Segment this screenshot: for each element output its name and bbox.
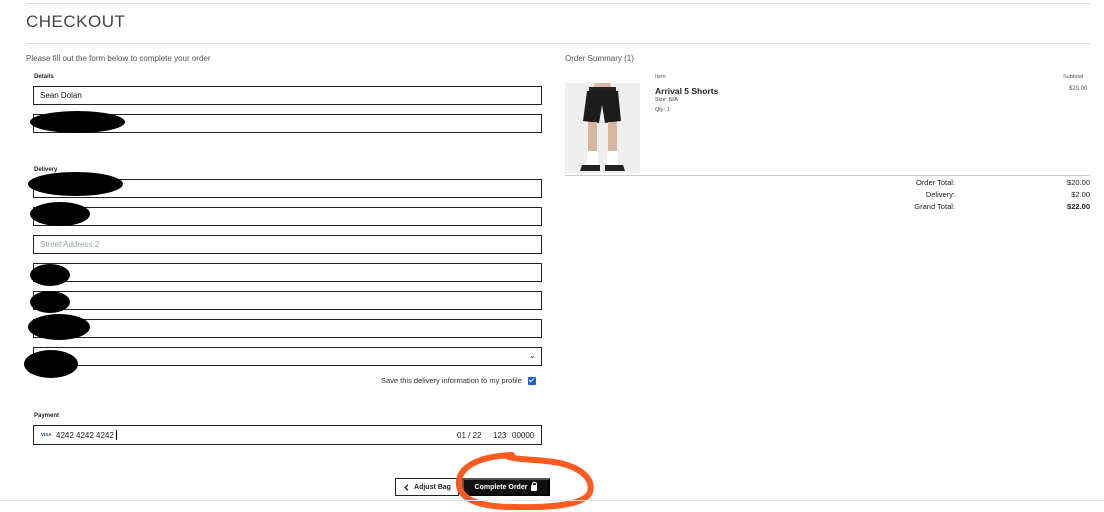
payment-label: Payment xyxy=(34,413,60,419)
grand-total-label: Grand Total: xyxy=(914,202,955,211)
product-image xyxy=(565,83,640,173)
street-address-2-field[interactable]: Street Address 2 xyxy=(33,235,542,254)
top-divider xyxy=(26,3,1090,4)
redaction-mark xyxy=(30,111,125,133)
title-divider xyxy=(26,43,1090,44)
order-total-label: Order Total: xyxy=(915,178,955,187)
street-address-2-placeholder: Street Address 2 xyxy=(40,240,100,249)
product-price: $20.00 xyxy=(1069,86,1088,92)
order-summary-title: Order Summary (1) xyxy=(565,54,634,63)
zip-field[interactable] xyxy=(33,319,542,338)
state-field[interactable] xyxy=(33,291,542,310)
redaction-mark xyxy=(28,314,90,340)
order-total-value: $20.00 xyxy=(1067,178,1090,187)
bottom-divider xyxy=(0,500,1104,501)
item-column-header: Item xyxy=(655,74,666,80)
redaction-mark xyxy=(30,202,90,226)
street-address-1-field[interactable] xyxy=(33,207,542,226)
chevron-down-icon: ⌄ xyxy=(529,351,536,360)
card-cvc-value: 123 xyxy=(493,431,507,440)
card-number-value: 4242 4242 4242 xyxy=(56,430,117,440)
full-name-value: Sean Dolan xyxy=(40,91,82,100)
delivery-cost-label: Delivery: xyxy=(925,190,955,199)
redaction-mark xyxy=(28,172,123,196)
card-zip-value: 00000 xyxy=(512,431,535,440)
delivery-cost-value: $2.00 xyxy=(1071,190,1090,199)
subtotal-column-header: Subtotal xyxy=(1063,74,1084,80)
delivery-label: Delivery xyxy=(34,167,58,173)
summary-divider xyxy=(565,175,1090,176)
save-delivery-label: Save this delivery information to my pro… xyxy=(381,376,522,385)
annotation-scribble xyxy=(455,452,594,510)
redaction-mark xyxy=(30,264,70,286)
adjust-bag-button[interactable]: Adjust Bag xyxy=(395,478,459,496)
details-label: Details xyxy=(34,74,54,80)
product-size: Size: N/A xyxy=(655,97,678,103)
save-delivery-row[interactable]: Save this delivery information to my pro… xyxy=(381,376,536,385)
product-name: Arrival 5 Shorts xyxy=(655,86,719,96)
redaction-mark xyxy=(30,291,70,313)
redaction-mark xyxy=(24,350,78,378)
form-intro: Please fill out the form below to comple… xyxy=(26,54,211,63)
country-select[interactable]: ⌄ xyxy=(33,347,542,366)
city-field[interactable] xyxy=(33,263,542,282)
visa-icon: VISA xyxy=(41,432,52,437)
card-expiry-value: 01 / 22 xyxy=(457,431,482,440)
full-name-field[interactable]: Sean Dolan xyxy=(33,86,542,105)
page-title: CHECKOUT xyxy=(26,12,126,31)
card-input[interactable]: VISA 4242 4242 4242 01 / 22 123 00000 xyxy=(33,425,542,445)
product-qty: Qty: 1 xyxy=(655,107,670,113)
chevron-left-icon xyxy=(404,483,409,491)
checkbox-icon[interactable] xyxy=(527,376,536,385)
grand-total-value: $22.00 xyxy=(1067,202,1090,211)
